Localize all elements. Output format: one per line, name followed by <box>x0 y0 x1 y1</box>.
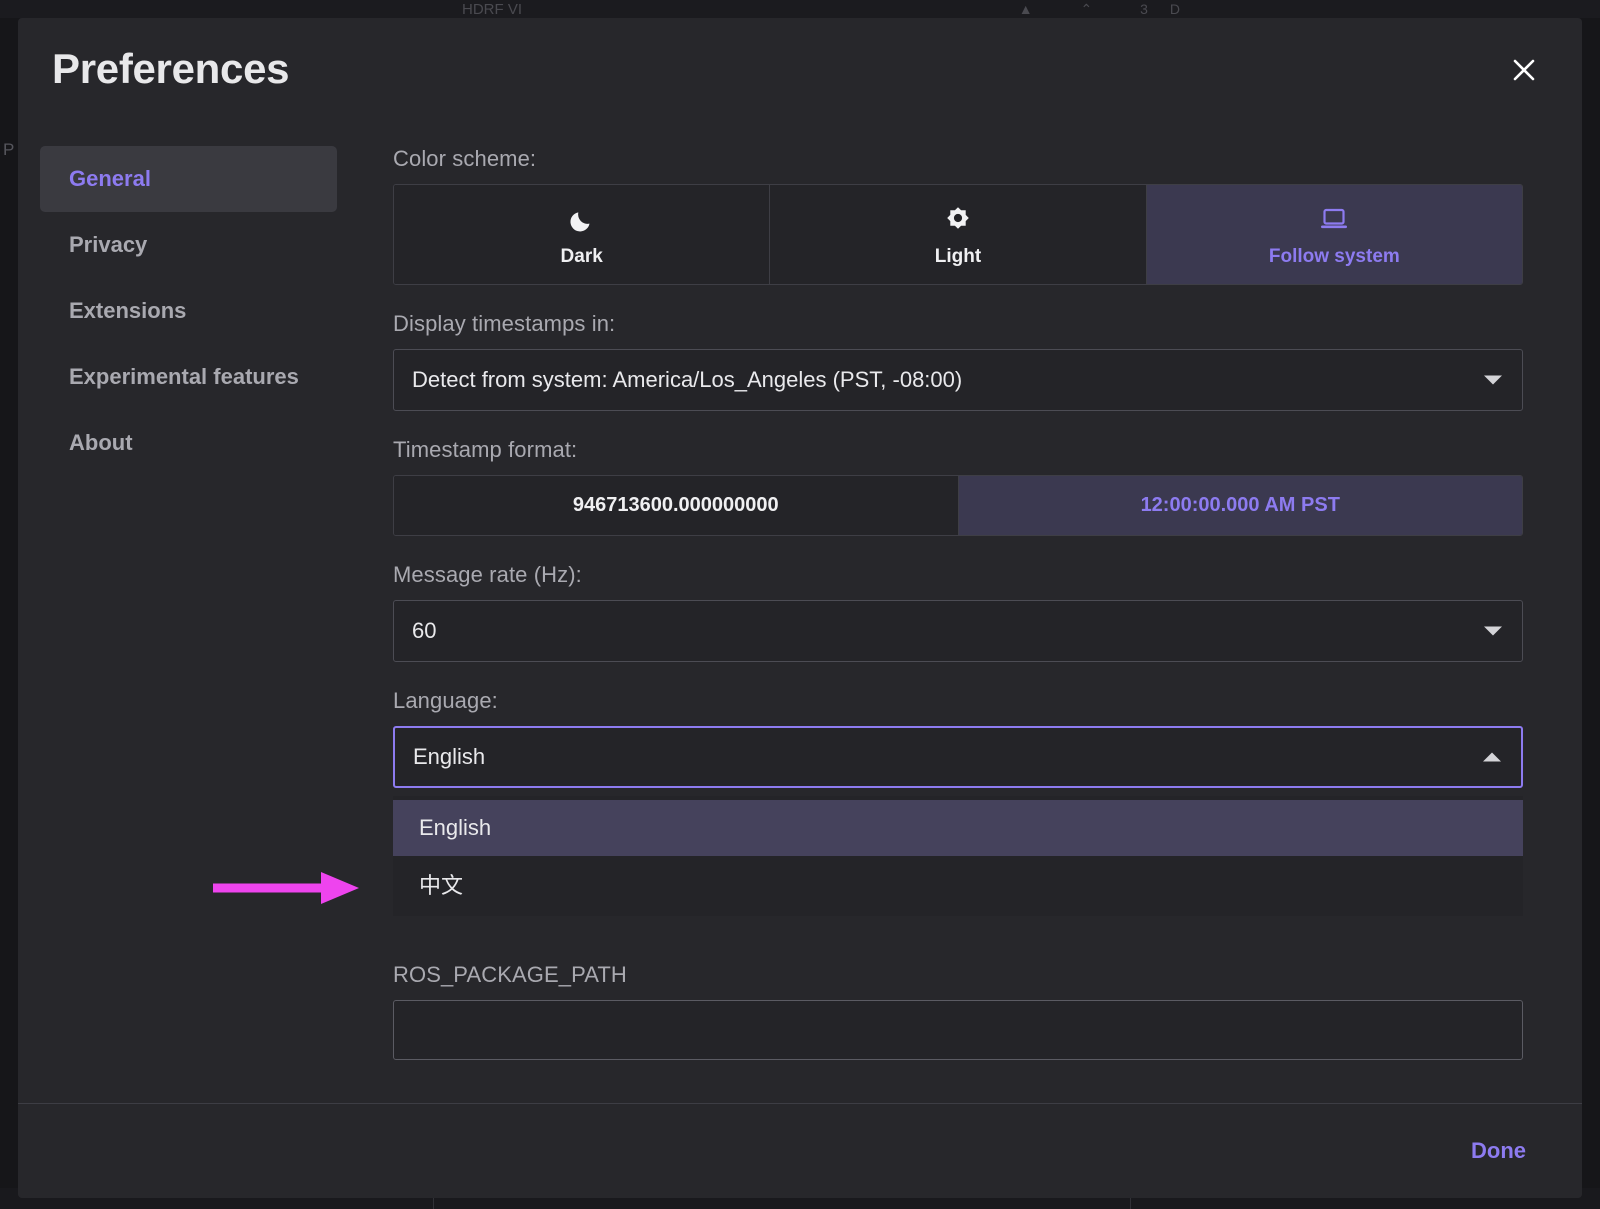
sidebar-item-label: About <box>69 430 133 456</box>
close-icon <box>1510 56 1538 84</box>
language-select[interactable]: English <box>393 726 1523 788</box>
language-dropdown-list: English 中文 <box>393 796 1523 916</box>
timestamp-format-group: 946713600.000000000 12:00:00.000 AM PST <box>393 475 1523 536</box>
sun-icon <box>943 203 973 237</box>
timestamp-format-option-epoch[interactable]: 946713600.000000000 <box>394 476 959 535</box>
language-option-english[interactable]: English <box>393 800 1523 856</box>
sidebar-item-experimental-features[interactable]: Experimental features <box>40 344 337 410</box>
language-option-label: 中文 <box>419 868 463 900</box>
sidebar-item-extensions[interactable]: Extensions <box>40 278 337 344</box>
dialog-header: Preferences <box>18 18 1582 128</box>
sidebar-item-privacy[interactable]: Privacy <box>40 212 337 278</box>
chevron-up-icon <box>1483 753 1501 762</box>
color-scheme-label: Color scheme: <box>393 146 1518 172</box>
dialog-footer: Done <box>18 1103 1582 1198</box>
timezone-label: Display timestamps in: <box>393 311 1518 337</box>
backdrop-left-label: P <box>3 140 14 160</box>
color-scheme-option-label: Dark <box>561 246 603 268</box>
settings-sidebar: General Privacy Extensions Experimental … <box>18 128 373 1103</box>
language-option-label: English <box>419 815 491 841</box>
chevron-down-icon <box>1484 627 1502 636</box>
language-option-chinese[interactable]: 中文 <box>393 856 1523 912</box>
timestamp-format-option-label: 946713600.000000000 <box>573 494 779 517</box>
color-scheme-option-light[interactable]: Light <box>770 185 1146 284</box>
sidebar-item-label: General <box>69 166 151 192</box>
timezone-select-value: Detect from system: America/Los_Angeles … <box>412 367 962 393</box>
color-scheme-option-label: Light <box>935 246 981 268</box>
message-rate-label: Message rate (Hz): <box>393 562 1518 588</box>
settings-content: Color scheme: Dark Light <box>373 128 1582 1103</box>
backdrop-topbar-right-icons: ▲ ⌃ 3D <box>1019 1 1202 18</box>
ros-package-path-label: ROS_PACKAGE_PATH <box>393 962 1518 988</box>
sidebar-item-label: Extensions <box>69 298 186 324</box>
timestamp-format-option-label: 12:00:00.000 AM PST <box>1141 494 1340 517</box>
ros-package-path-input[interactable] <box>393 1000 1523 1060</box>
moon-icon <box>567 203 597 237</box>
message-rate-select-value: 60 <box>412 618 436 644</box>
message-rate-select[interactable]: 60 <box>393 600 1523 662</box>
page-title: Preferences <box>52 45 289 93</box>
color-scheme-option-follow-system[interactable]: Follow system <box>1147 185 1522 284</box>
sidebar-item-label: Experimental features <box>69 364 299 390</box>
sidebar-item-general[interactable]: General <box>40 146 337 212</box>
language-select-value: English <box>413 744 485 770</box>
close-button[interactable] <box>1502 48 1546 92</box>
backdrop-topbar-label: HDRF VI <box>462 1 522 15</box>
done-button[interactable]: Done <box>1457 1128 1540 1174</box>
timestamp-format-option-time[interactable]: 12:00:00.000 AM PST <box>959 476 1523 535</box>
color-scheme-option-dark[interactable]: Dark <box>394 185 770 284</box>
timezone-select[interactable]: Detect from system: America/Los_Angeles … <box>393 349 1523 411</box>
timestamp-format-label: Timestamp format: <box>393 437 1518 463</box>
color-scheme-option-label: Follow system <box>1269 246 1400 268</box>
chevron-down-icon <box>1484 376 1502 385</box>
laptop-icon <box>1318 203 1350 237</box>
sidebar-item-about[interactable]: About <box>40 410 337 476</box>
color-scheme-group: Dark Light Follow system <box>393 184 1523 285</box>
sidebar-item-label: Privacy <box>69 232 147 258</box>
backdrop-topbar: HDRF VI ▲ ⌃ 3D <box>0 0 1600 18</box>
preferences-dialog: Preferences General Privacy Extensions E… <box>18 18 1582 1198</box>
content-spacer <box>393 916 1518 962</box>
language-label: Language: <box>393 688 1518 714</box>
